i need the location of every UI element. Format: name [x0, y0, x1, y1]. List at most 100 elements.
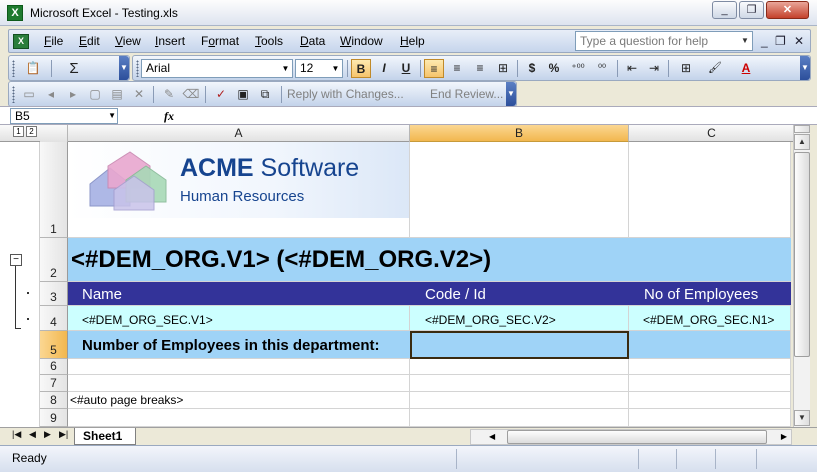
cell-a7[interactable]: [68, 375, 410, 392]
cell-a2-title[interactable]: <#DEM_ORG.V1> (<#DEM_ORG.V2>): [68, 238, 791, 282]
chevron-down-icon[interactable]: ▼: [738, 32, 752, 50]
cell-a6[interactable]: [68, 359, 410, 375]
split-box[interactable]: [794, 125, 810, 133]
formula-input[interactable]: [184, 108, 804, 124]
row-header-5[interactable]: 5: [40, 331, 68, 359]
help-search-input[interactable]: Type a question for help ▼: [575, 31, 753, 51]
cell-b5-active[interactable]: [410, 331, 629, 359]
next-sheet-icon[interactable]: ▶: [44, 429, 51, 440]
scroll-left-icon[interactable]: ◀: [489, 430, 495, 444]
menu-help[interactable]: Help: [400, 34, 425, 48]
menu-insert[interactable]: Insert: [155, 34, 185, 48]
reply-with-changes-button[interactable]: Reply with Changes...: [287, 87, 404, 101]
menu-view[interactable]: View: [115, 34, 141, 48]
cell-b9[interactable]: [410, 409, 629, 427]
next-comment-icon[interactable]: ▸: [63, 85, 83, 104]
horizontal-scroll-thumb[interactable]: [507, 430, 767, 444]
previous-comment-icon[interactable]: ◂: [41, 85, 61, 104]
toolbar-grip[interactable]: [12, 60, 15, 77]
show-comment-icon[interactable]: ▢: [85, 85, 105, 104]
merge-center-icon[interactable]: ⊞: [493, 59, 513, 78]
row-header-7[interactable]: 7: [40, 375, 68, 392]
horizontal-scrollbar[interactable]: ◀ ▶: [470, 429, 792, 445]
delete-comment-icon[interactable]: ✕: [129, 85, 149, 104]
cell-c5[interactable]: [629, 331, 791, 359]
cell-c6[interactable]: [629, 359, 791, 375]
restore-button[interactable]: ❐: [739, 1, 764, 19]
cell-b6[interactable]: [410, 359, 629, 375]
cell-b8[interactable]: [410, 392, 629, 409]
autosum-button[interactable]: Σ: [57, 59, 91, 78]
cell-b3-header[interactable]: Code / Id: [410, 282, 629, 306]
row-header-8[interactable]: 8: [40, 392, 68, 409]
font-name-select[interactable]: Arial ▼: [141, 59, 293, 78]
vertical-scrollbar[interactable]: ▲ ▼: [793, 125, 810, 427]
outline-level-2-button[interactable]: 2: [26, 126, 37, 137]
menu-window[interactable]: Window: [340, 34, 383, 48]
align-left-icon[interactable]: ≡: [424, 59, 444, 78]
ink-icon[interactable]: ✎: [159, 85, 179, 104]
insert-function-icon[interactable]: fx: [164, 109, 174, 124]
align-center-icon[interactable]: ≡: [447, 59, 467, 78]
scroll-right-icon[interactable]: ▶: [781, 430, 787, 444]
cell-c8[interactable]: [629, 392, 791, 409]
menu-tools[interactable]: Tools: [255, 34, 283, 48]
chevron-down-icon[interactable]: ▼: [108, 109, 116, 123]
last-sheet-icon[interactable]: ▶|: [59, 429, 68, 440]
bold-button[interactable]: B: [351, 59, 371, 78]
decrease-decimal-icon[interactable]: ⁰⁰: [591, 59, 613, 78]
menu-file[interactable]: File: [44, 34, 63, 48]
chevron-down-icon[interactable]: ▼: [280, 61, 291, 76]
show-all-comments-icon[interactable]: ▤: [107, 85, 127, 104]
toolbar-grip[interactable]: [136, 60, 139, 77]
select-all-corner[interactable]: [40, 125, 68, 142]
previous-sheet-icon[interactable]: ◀: [29, 429, 36, 440]
cell-a8[interactable]: <#auto page breaks>: [68, 392, 410, 409]
outline-level-1-button[interactable]: 1: [13, 126, 24, 137]
align-right-icon[interactable]: ≡: [470, 59, 490, 78]
decrease-indent-icon[interactable]: ⇤: [622, 59, 642, 78]
fill-color-icon[interactable]: 🖌: [701, 59, 729, 78]
toolbar-options-icon[interactable]: ▼: [506, 82, 516, 106]
scroll-up-icon[interactable]: ▲: [794, 134, 810, 150]
increase-decimal-icon[interactable]: ⁺⁰⁰: [566, 59, 590, 78]
new-comment-icon[interactable]: ▭: [19, 85, 39, 104]
doc-restore-button[interactable]: ❐: [775, 34, 786, 48]
first-sheet-icon[interactable]: |◀: [12, 429, 21, 440]
italic-button[interactable]: I: [374, 59, 394, 78]
row-header-6[interactable]: 6: [40, 359, 68, 375]
scroll-down-icon[interactable]: ▼: [794, 410, 810, 426]
eraser-icon[interactable]: ⌫: [181, 85, 201, 104]
cell-b4[interactable]: <#DEM_ORG_SEC.V2>: [410, 306, 629, 331]
menu-data[interactable]: Data: [300, 34, 325, 48]
borders-icon[interactable]: ⊞: [672, 59, 700, 78]
column-header-a[interactable]: A: [68, 125, 410, 142]
track-changes-icon[interactable]: ✓: [211, 85, 231, 104]
cell-a4[interactable]: <#DEM_ORG_SEC.V1>: [68, 306, 410, 331]
workbook-icon[interactable]: X: [13, 34, 29, 49]
menu-format[interactable]: Format: [201, 34, 239, 48]
row-header-2[interactable]: 2: [40, 238, 68, 282]
currency-button[interactable]: $: [522, 59, 542, 78]
column-header-b[interactable]: B: [410, 125, 629, 142]
vertical-scroll-thumb[interactable]: [794, 152, 810, 357]
minimize-button[interactable]: _: [712, 1, 737, 19]
cell-a9[interactable]: [68, 409, 410, 427]
row-header-4[interactable]: 4: [40, 306, 68, 331]
column-header-c[interactable]: C: [629, 125, 795, 142]
close-button[interactable]: ✕: [766, 1, 809, 19]
toolbar-options-icon[interactable]: ▼: [800, 56, 810, 80]
cell-c7[interactable]: [629, 375, 791, 392]
cell-a3-header[interactable]: Name: [68, 282, 410, 306]
row-header-3[interactable]: 3: [40, 282, 68, 306]
cell-c4[interactable]: <#DEM_ORG_SEC.N1>: [629, 306, 791, 331]
cell-a5[interactable]: Number of Employees in this department:: [68, 331, 410, 359]
row-header-1[interactable]: 1: [40, 142, 68, 238]
sheet-tab-sheet1[interactable]: Sheet1: [74, 428, 136, 445]
menu-edit[interactable]: Edit: [79, 34, 100, 48]
name-box[interactable]: B5 ▼: [10, 108, 118, 124]
cell-c1[interactable]: [629, 142, 791, 238]
cell-c9[interactable]: [629, 409, 791, 427]
protect-icon[interactable]: ▣: [233, 85, 253, 104]
underline-button[interactable]: U: [396, 59, 416, 78]
